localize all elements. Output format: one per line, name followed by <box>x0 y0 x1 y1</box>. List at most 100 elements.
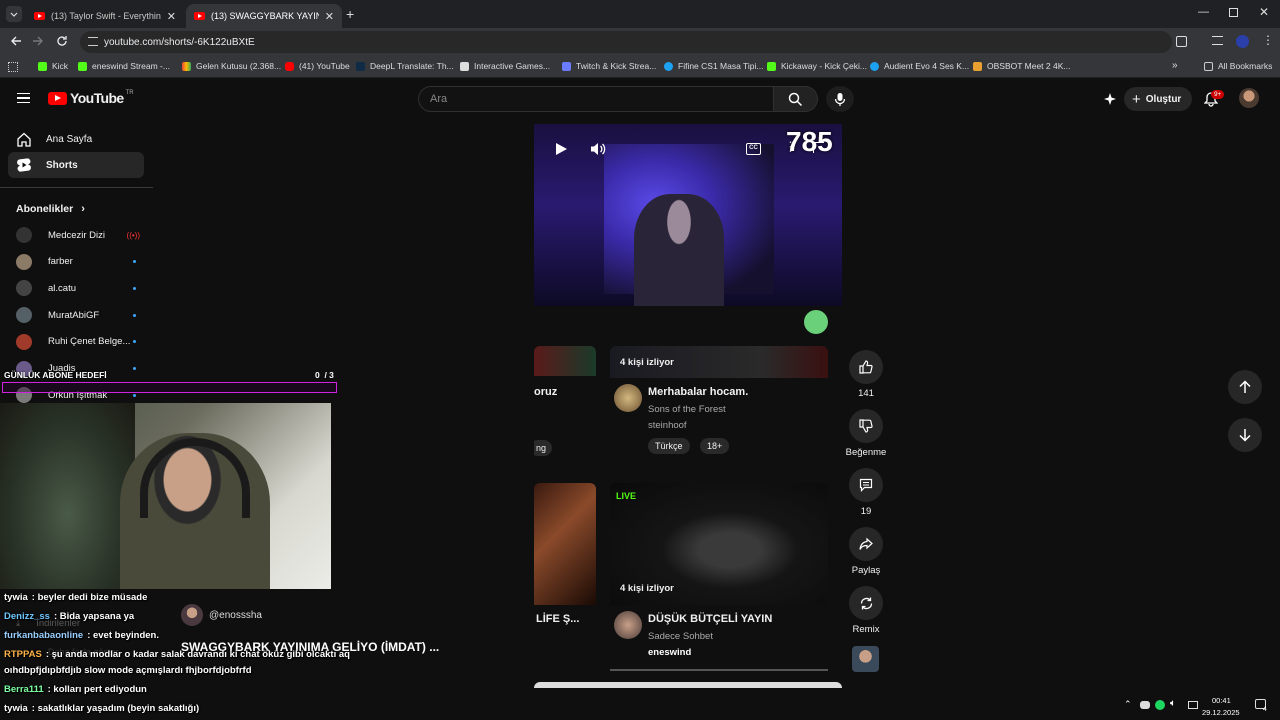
sidebar-subscription-item[interactable]: farber <box>16 252 146 272</box>
goal-progress-bar <box>2 382 337 393</box>
remix-button[interactable]: Remix <box>848 586 884 635</box>
shorts-video-player[interactable]: CC ⋮ 785 <box>534 124 842 306</box>
sidebar-divider <box>0 187 153 188</box>
bookmark-item[interactable]: Fifine CS1 Masa Tipi... <box>664 61 764 71</box>
chat-username: Denizz_ss <box>4 611 50 622</box>
bookmark-item[interactable]: Kickaway - Kick Çeki... <box>767 61 867 71</box>
sidebar-subscription-item[interactable]: Medcezir Dizi ((•)) <box>16 225 146 245</box>
restore-button[interactable] <box>1229 8 1238 17</box>
stream-card-left-partial[interactable]: oruz ng <box>534 346 596 466</box>
tray-chevron-icon[interactable]: ⌃ <box>1124 699 1132 710</box>
spotify-icon[interactable] <box>1155 700 1165 710</box>
system-tray: ⌃ 🔈︎ 00:41 29.12.2025 4 <box>1118 690 1280 720</box>
volume-tray-icon[interactable]: 🔈︎ <box>1170 698 1176 709</box>
sidebar-subscription-item[interactable]: Ruhi Çenet Belge... <box>16 332 146 352</box>
live-indicator-icon: ((•)) <box>126 230 140 240</box>
menu-dots-icon[interactable]: ⋮ <box>1262 33 1274 47</box>
new-tab-button[interactable]: + <box>346 6 354 22</box>
forward-icon[interactable] <box>32 35 44 47</box>
subscription-name: MuratAbiGF <box>48 309 100 321</box>
share-icon <box>859 537 873 550</box>
play-icon <box>556 143 567 155</box>
new-content-dot <box>133 260 136 264</box>
account-avatar[interactable] <box>1239 88 1259 108</box>
bookmark-item[interactable]: (41) YouTube <box>285 61 350 71</box>
previous-short-button[interactable] <box>1228 370 1262 404</box>
subscriber-goal-widget: GÜNLÜK ABONE HEDEFİ 0 / 3 <box>0 368 338 395</box>
tab-search-button[interactable] <box>6 6 22 22</box>
channel-avatar <box>16 253 32 270</box>
subscriptions-heading[interactable]: Abonelikler › <box>16 203 85 215</box>
bookmark-item[interactable]: Interactive Games... <box>460 61 550 71</box>
chat-text: : evet beyinden. <box>87 630 159 641</box>
obsbot-icon <box>973 61 982 71</box>
profile-avatar[interactable] <box>1236 35 1249 48</box>
address-bar[interactable]: youtube.com/shorts/-6K122uBXtE <box>80 31 1172 53</box>
captions-button[interactable]: CC <box>746 143 761 155</box>
site-info-icon[interactable] <box>88 37 98 46</box>
browser-tab-active[interactable]: (13) SWAGGYBARK YAYINIMA GELİYO (İMDAT) … <box>186 4 342 28</box>
close-tab-icon[interactable]: ✕ <box>325 10 334 23</box>
more-bookmarks-icon[interactable]: » <box>1172 60 1178 71</box>
youtube-logo[interactable]: YouTube TR <box>48 90 134 106</box>
hamburger-menu-icon[interactable] <box>17 93 30 103</box>
sidebar-subscription-item[interactable]: MuratAbiGF <box>16 305 146 325</box>
bookmark-item[interactable]: OBSBOT Meet 2 4K... <box>973 61 1070 71</box>
extensions-icon[interactable] <box>1176 36 1187 47</box>
share-button[interactable]: Paylaş <box>848 527 884 576</box>
channel-name: eneswind <box>648 647 692 658</box>
search-input[interactable]: Ara <box>418 86 774 112</box>
arrow-up-icon <box>1239 380 1251 393</box>
stream-card-left-partial[interactable]: LİFE Ş... <box>534 483 596 653</box>
create-video-icon[interactable] <box>1103 92 1117 106</box>
plus-icon: + <box>1132 90 1141 108</box>
close-window-button[interactable]: ✕ <box>1259 5 1269 19</box>
reading-list-icon[interactable] <box>1212 36 1223 45</box>
bookmark-item[interactable]: Audient Evo 4 Ses K... <box>870 61 969 71</box>
chat-username: tywia <box>4 703 28 714</box>
card-left-title: oruz <box>534 386 558 398</box>
close-tab-icon[interactable]: ✕ <box>167 10 176 23</box>
stream-card[interactable]: LIVE 4 kişi izliyor DÜŞÜK BÜTÇELİ YAYIN … <box>610 483 828 688</box>
sidebar-subscription-item[interactable]: al.catu <box>16 278 146 298</box>
stream-card[interactable]: 4 kişi izliyor Merhabalar hocam. Sons of… <box>610 346 828 468</box>
sidebar-item-shorts[interactable]: Shorts <box>8 152 144 178</box>
discord-icon[interactable] <box>1140 701 1150 709</box>
browser-tab[interactable]: (13) Taylor Swift - Everything Has Chang… <box>26 4 184 28</box>
all-bookmarks-button[interactable]: All Bookmarks <box>1204 61 1272 71</box>
sound-thumbnail[interactable] <box>852 646 879 672</box>
chat-message: Berra111: kolları pert ediyodun <box>4 684 147 695</box>
chat-username: furkanbabaonline <box>4 630 84 641</box>
fullscreen-icon[interactable] <box>813 142 824 153</box>
like-count: 141 <box>858 388 874 399</box>
tag-chip: Türkçe <box>648 438 690 454</box>
folder-icon <box>1204 61 1213 71</box>
search-button[interactable] <box>774 86 818 112</box>
channel-avatar <box>16 227 32 243</box>
bookmark-item[interactable]: Twitch & Kick Strea... <box>562 61 656 71</box>
dislike-button[interactable]: Beğenme <box>844 409 888 458</box>
volume-button[interactable] <box>590 142 606 156</box>
new-content-dot <box>133 313 136 317</box>
voice-search-button[interactable] <box>826 86 854 112</box>
play-button[interactable] <box>554 142 570 158</box>
network-icon[interactable] <box>1188 701 1198 709</box>
sidebar-item-home[interactable]: Ana Sayfa <box>8 126 144 152</box>
apps-grid-icon[interactable] <box>8 62 18 72</box>
verified-icon <box>870 61 879 71</box>
clock-time[interactable]: 00:41 <box>1212 696 1231 705</box>
clock-date[interactable]: 29.12.2025 <box>1202 708 1240 717</box>
create-button[interactable]: + Oluştur <box>1124 87 1192 111</box>
next-short-button[interactable] <box>1228 418 1262 452</box>
reload-icon[interactable] <box>56 35 68 47</box>
comments-button[interactable]: 19 <box>848 468 884 517</box>
like-button[interactable]: 141 <box>848 350 884 399</box>
back-icon[interactable] <box>10 35 22 47</box>
minimize-button[interactable]: — <box>1198 6 1209 18</box>
bookmark-item[interactable]: eneswind Stream -... <box>78 61 170 71</box>
bookmark-item[interactable]: Gelen Kutusu (2.368... <box>182 61 281 71</box>
search-icon <box>788 92 803 106</box>
search-placeholder: Ara <box>430 93 448 105</box>
bookmark-item[interactable]: DeepL Translate: Th... <box>356 61 454 71</box>
bookmark-item[interactable]: Kick <box>38 61 68 71</box>
